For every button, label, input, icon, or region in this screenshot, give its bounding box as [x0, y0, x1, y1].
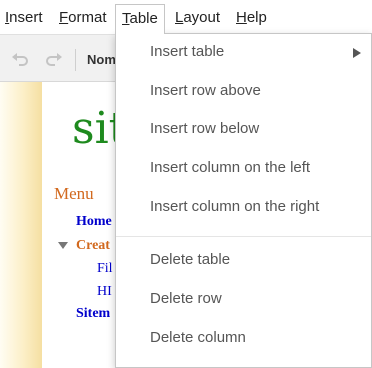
menubar: Insert Format Table Layout Help: [0, 0, 372, 34]
menu-help-rest: elp: [246, 9, 267, 26]
menu-item-label: Insert row below: [150, 120, 260, 137]
menu-format[interactable]: Format: [59, 10, 107, 26]
menu-item-insert-column-left[interactable]: Insert column on the left: [116, 151, 371, 185]
menu-item-label: Delete table: [150, 251, 231, 268]
redo-icon[interactable]: [44, 49, 64, 69]
menu-item-delete-column[interactable]: Delete column: [116, 321, 371, 355]
undo-icon[interactable]: [10, 49, 30, 69]
table-menu-dropdown: Insert table Insert row above Insert row…: [115, 33, 372, 368]
menu-help[interactable]: Help: [236, 10, 267, 26]
menu-item-insert-row-below[interactable]: Insert row below: [116, 112, 371, 146]
menu-format-rest: ormat: [68, 9, 107, 26]
menu-item-label: Delete column: [150, 329, 246, 346]
nav-sublink-1[interactable]: Fil: [97, 261, 113, 277]
menu-item-label: Insert table: [150, 43, 225, 60]
menu-item-label: Insert column on the left: [150, 159, 311, 176]
menu-layout[interactable]: Layout: [175, 10, 220, 26]
menu-table[interactable]: Table: [115, 4, 165, 34]
menu-insert-rest: nsert: [9, 9, 43, 26]
sidebar-menu-heading: Menu: [54, 184, 94, 203]
nav-link-home[interactable]: Home: [76, 214, 112, 230]
menu-item-delete-row[interactable]: Delete row: [116, 282, 371, 316]
menu-item-label: Delete row: [150, 290, 222, 307]
menu-table-rest: able: [129, 10, 158, 27]
menu-item-insert-column-right[interactable]: Insert column on the right: [116, 190, 371, 224]
menu-item-label: Insert row above: [150, 82, 261, 99]
menu-layout-rest: ayout: [183, 9, 221, 26]
submenu-arrow-icon: [353, 48, 361, 58]
menu-item-delete-table[interactable]: Delete table: [116, 243, 371, 277]
menu-item-label: Insert column on the right: [150, 198, 320, 215]
paragraph-style-select[interactable]: Nom: [87, 52, 116, 67]
menu-insert[interactable]: Insert: [5, 10, 43, 26]
nav-link-sitemap[interactable]: Sitem: [76, 306, 110, 322]
menu-help-key: H: [236, 9, 247, 26]
menu-item-insert-table[interactable]: Insert table: [116, 35, 371, 69]
menu-item-insert-row-above[interactable]: Insert row above: [116, 74, 371, 108]
nav-sublink-2[interactable]: HI: [97, 284, 112, 300]
menu-format-key: F: [59, 9, 69, 26]
nav-link-create[interactable]: Creat: [76, 238, 110, 254]
menu-separator: [116, 236, 371, 237]
menu-table-key: T: [122, 10, 130, 27]
toolbar-divider: [75, 49, 76, 71]
expand-arrow-icon[interactable]: [58, 242, 68, 249]
page-gutter: [0, 82, 42, 368]
